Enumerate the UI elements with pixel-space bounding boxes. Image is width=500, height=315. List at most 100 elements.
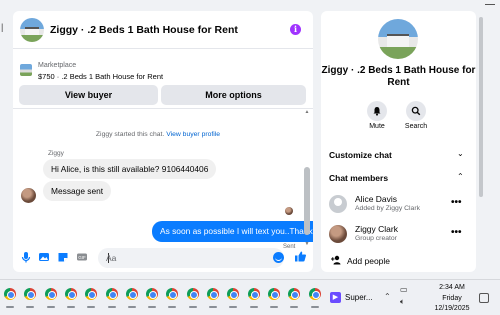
taskbar-active-indicator bbox=[6, 306, 14, 308]
thumbs-up-icon[interactable] bbox=[294, 250, 306, 262]
search-label: Search bbox=[404, 123, 428, 130]
chat-title[interactable]: Ziggy · .2 Beds 1 Bath House for Rent bbox=[50, 24, 238, 36]
taskbar-browser-icon[interactable] bbox=[207, 288, 219, 300]
sender-name: Ziggy bbox=[48, 150, 64, 157]
incoming-message[interactable]: Message sent bbox=[43, 181, 112, 201]
taskbar-active-indicator bbox=[188, 306, 197, 308]
mute-button[interactable] bbox=[367, 101, 387, 121]
conversation-avatar[interactable] bbox=[378, 19, 418, 59]
taskbar-browser-icon[interactable] bbox=[44, 288, 57, 300]
super-app-icon: ▶ bbox=[330, 292, 341, 303]
chevron-down-icon[interactable]: ⌄ bbox=[457, 149, 464, 158]
chat-avatar[interactable] bbox=[20, 18, 44, 42]
add-person-icon bbox=[331, 255, 342, 267]
microphone-icon[interactable] bbox=[20, 251, 32, 263]
chevron-up-icon[interactable]: ⌃ bbox=[457, 172, 464, 181]
taskbar-browser-icon[interactable] bbox=[146, 288, 159, 300]
photo-icon[interactable] bbox=[38, 251, 50, 263]
taskbar-active-indicator bbox=[66, 306, 75, 308]
more-options-button[interactable]: More options bbox=[161, 85, 306, 105]
taskbar-active-indicator bbox=[269, 306, 278, 308]
search-icon bbox=[411, 106, 421, 116]
view-buyer-profile-link[interactable]: View buyer profile bbox=[166, 131, 220, 138]
chat-members-header[interactable]: Chat members bbox=[329, 173, 388, 183]
gif-icon[interactable]: GIF bbox=[76, 251, 88, 263]
info-panel-scrollbar[interactable] bbox=[479, 11, 484, 272]
marketplace-listing: Marketplace $750 · .2 Beds 1 Bath House … bbox=[13, 50, 313, 109]
member-name[interactable]: Ziggy Clark bbox=[355, 224, 398, 234]
notification-icon[interactable] bbox=[479, 293, 489, 303]
taskbar-active-indicator bbox=[290, 306, 299, 308]
taskbar-item-super[interactable]: ▶ Super... bbox=[330, 292, 376, 306]
emoji-icon[interactable] bbox=[273, 252, 284, 263]
taskbar-active-indicator bbox=[107, 306, 116, 308]
member-row[interactable]: Alice Davis Added by Ziggy Clark ••• bbox=[329, 194, 469, 216]
network-icon[interactable]: ▭ bbox=[400, 285, 408, 294]
taskbar-active-indicator bbox=[127, 306, 136, 308]
taskbar-browser-icon[interactable] bbox=[125, 288, 138, 300]
taskbar-browser-icon[interactable] bbox=[227, 288, 240, 300]
chevron-up-icon[interactable]: ⌃ bbox=[384, 292, 391, 301]
system-message-text: Ziggy started this chat. bbox=[95, 131, 165, 138]
taskbar-browser-icon[interactable] bbox=[105, 288, 118, 300]
sticker-icon[interactable] bbox=[57, 251, 69, 263]
incoming-message[interactable]: Hi Alice, is this still available? 91064… bbox=[43, 159, 217, 179]
member-avatar[interactable] bbox=[329, 195, 347, 213]
taskbar-active-indicator bbox=[209, 306, 217, 308]
taskbar-browser-icon[interactable] bbox=[166, 288, 179, 300]
taskbar-active-indicator bbox=[87, 306, 96, 308]
member-row[interactable]: Ziggy Clark Group creator ••• bbox=[329, 224, 469, 246]
taskbar-browser-icon[interactable] bbox=[24, 288, 37, 300]
listing-text[interactable]: $750 · .2 Beds 1 Bath House for Rent bbox=[38, 72, 163, 81]
member-subtitle: Group creator bbox=[355, 235, 397, 242]
scroll-up-icon[interactable]: ▲ bbox=[304, 109, 310, 115]
taskbar-active-indicator bbox=[168, 306, 177, 308]
message-scrollbar[interactable]: ▲ ▼ bbox=[304, 109, 310, 249]
conversation-info-panel: Ziggy · .2 Beds 1 Bath House for Rent Mu… bbox=[321, 11, 476, 272]
marketplace-label: Marketplace bbox=[38, 62, 77, 69]
composer: GIF bbox=[13, 245, 313, 272]
taskbar-browser-icon[interactable] bbox=[4, 288, 16, 300]
super-app-label: Super... bbox=[345, 293, 373, 302]
search-button[interactable] bbox=[406, 101, 426, 121]
outgoing-message[interactable]: As soon as possible I will text you..Tha… bbox=[152, 221, 313, 242]
taskbar-browser-icon[interactable] bbox=[85, 288, 98, 300]
info-icon[interactable]: i bbox=[290, 24, 301, 35]
member-name[interactable]: Alice Davis bbox=[355, 194, 397, 204]
svg-text:GIF: GIF bbox=[78, 255, 86, 260]
scrollbar-thumb[interactable] bbox=[304, 167, 310, 235]
clock-day[interactable]: Friday bbox=[436, 295, 468, 302]
more-icon[interactable]: ••• bbox=[451, 227, 462, 238]
bell-icon bbox=[373, 107, 381, 116]
taskbar-active-indicator bbox=[46, 306, 55, 308]
member-avatar[interactable] bbox=[329, 225, 347, 243]
chat-header: Ziggy · .2 Beds 1 Bath House for Rent i bbox=[13, 11, 313, 49]
taskbar-browser-icon[interactable] bbox=[64, 288, 77, 300]
clock-date[interactable]: 12/19/2025 bbox=[432, 305, 472, 312]
taskbar-browser-icon[interactable] bbox=[186, 288, 199, 300]
volume-icon[interactable]: 🔈︎ bbox=[400, 297, 405, 307]
system-message: Ziggy started this chat. View buyer prof… bbox=[13, 131, 303, 138]
conversation-title: Ziggy · .2 Beds 1 Bath House for Rent bbox=[321, 65, 476, 88]
listing-thumbnail[interactable] bbox=[20, 64, 32, 76]
taskbar-browser-icon[interactable] bbox=[247, 288, 260, 300]
scrollbar-thumb[interactable] bbox=[479, 17, 483, 197]
message-input[interactable] bbox=[106, 251, 266, 265]
taskbar-browser-icon[interactable] bbox=[288, 288, 301, 300]
chat-panel: Ziggy · .2 Beds 1 Bath House for Rent i … bbox=[13, 11, 313, 272]
clock-time[interactable]: 2:34 AM bbox=[436, 284, 468, 291]
message-list: Ziggy started this chat. View buyer prof… bbox=[13, 110, 313, 250]
taskbar-browser-icon[interactable] bbox=[308, 288, 321, 300]
taskbar-active-indicator bbox=[229, 306, 238, 308]
taskbar: ▶ Super... ⌃ ▭ 🔈︎ 2:34 AM Friday 12/19/2… bbox=[0, 279, 500, 315]
left-edge-glyph: | bbox=[1, 22, 4, 32]
sender-avatar[interactable] bbox=[21, 188, 36, 203]
minimize-icon[interactable] bbox=[485, 4, 495, 5]
view-buyer-button[interactable]: View buyer bbox=[19, 85, 158, 105]
customize-chat-header[interactable]: Customize chat bbox=[329, 150, 392, 160]
add-people-button[interactable]: Add people bbox=[329, 255, 469, 269]
more-icon[interactable]: ••• bbox=[451, 197, 462, 208]
taskbar-active-indicator bbox=[249, 306, 258, 308]
message-input-container[interactable] bbox=[98, 248, 284, 268]
taskbar-browser-icon[interactable] bbox=[267, 288, 280, 300]
